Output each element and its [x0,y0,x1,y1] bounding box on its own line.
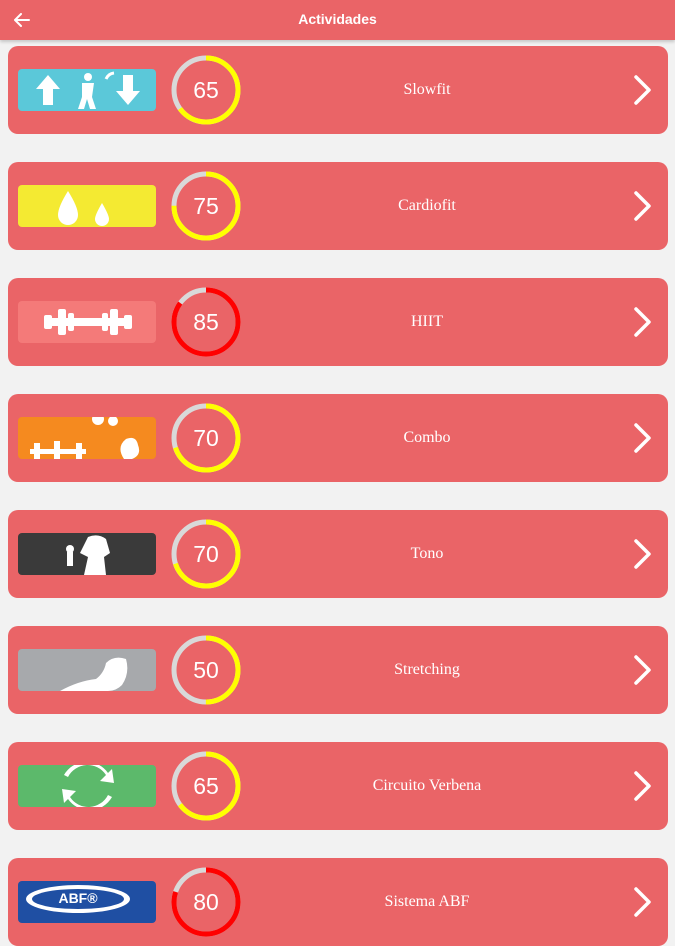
activity-card[interactable]: 70 Tono [8,510,668,598]
activity-thumbnail [18,417,156,459]
chevron-right-icon [634,191,651,221]
activity-name: Combo [403,429,451,446]
activity-name: Cardiofit [398,197,456,214]
sweat-drops-icon [58,191,109,226]
chevron-right-icon [634,771,651,801]
intensity-value: 85 [193,308,219,335]
intensity-value: 50 [193,656,219,683]
activity-card[interactable]: 75 Cardiofit [8,162,668,250]
intensity-value: 65 [193,76,219,103]
intensity-gauge: 65 [170,750,242,822]
activity-name: Circuito Verbena [372,777,482,794]
intensity-value: 65 [193,772,219,799]
up-down-arrows-figure-icon [36,71,140,109]
activity-thumbnail [18,185,156,227]
chevron-right-icon [634,307,651,337]
activity-card[interactable]: 65 Slowfit [8,46,668,134]
activity-thumbnail: ABF® [18,881,156,923]
stretching-arm-icon [60,657,128,691]
abf-logo-text: ABF® [58,890,98,906]
intensity-gauge: 75 [170,170,242,242]
intensity-gauge: 85 [170,286,242,358]
activity-thumbnail [18,649,156,691]
activity-card[interactable]: ABF® 80 Sistema ABF [8,858,668,946]
torso-dumbbell-icon [66,535,110,575]
dumbbell-icon [44,309,132,335]
activity-card[interactable]: 65 Circuito Verbena [8,742,668,830]
intensity-gauge: 70 [170,518,242,590]
chevron-right-icon [634,423,651,453]
intensity-value: 75 [193,192,219,219]
activity-card[interactable]: 50 Stretching [8,626,668,714]
activity-name: Tono [410,545,444,562]
intensity-value: 70 [193,424,219,451]
activity-name: Sistema ABF [384,893,470,910]
chevron-right-icon [634,655,651,685]
intensity-gauge: 65 [170,54,242,126]
activity-card[interactable]: 70 Combo [8,394,668,482]
dumbbell-arm-icon [30,417,140,459]
chevron-right-icon [634,887,651,917]
activity-thumbnail [18,301,156,343]
intensity-gauge: 50 [170,634,242,706]
activity-thumbnail [18,765,156,807]
intensity-gauge: 80 [170,866,242,938]
activity-thumbnail [18,69,156,111]
intensity-gauge: 70 [170,402,242,474]
abf-logo-icon: ABF® [26,885,130,913]
activity-name: Stretching [394,661,460,678]
intensity-value: 70 [193,540,219,567]
intensity-value: 80 [193,888,219,915]
circular-arrows-icon [62,765,114,807]
activity-thumbnail [18,533,156,575]
activity-card[interactable]: 85 HIIT [8,278,668,366]
activity-name: Slowfit [403,81,451,98]
chevron-right-icon [634,539,651,569]
activity-name: HIIT [411,313,443,330]
app-bar: Actividades [0,0,675,40]
chevron-right-icon [634,75,651,105]
page-title: Actividades [298,11,377,27]
